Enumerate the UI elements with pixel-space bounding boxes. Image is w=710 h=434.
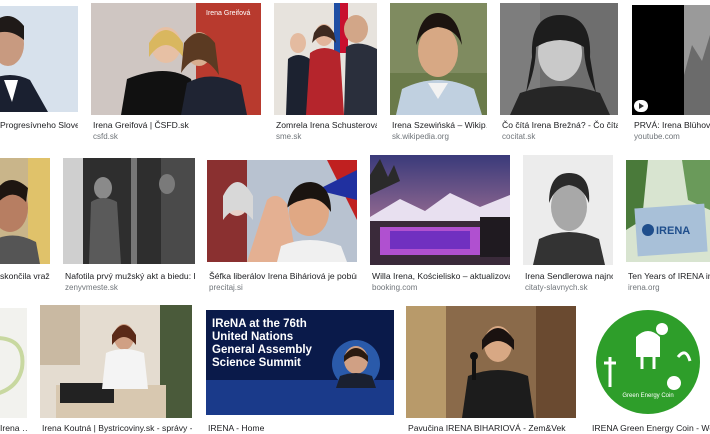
thumbnail[interactable]: IReNA at the 76th United Nations General…	[206, 310, 394, 415]
result-source: precitaj.si	[209, 283, 243, 292]
thumbnail[interactable]	[40, 305, 192, 418]
thumbnail[interactable]	[406, 306, 576, 418]
result-title[interactable]: IRENA Green Energy Coin - We …	[592, 423, 710, 434]
thumbnail[interactable]	[390, 3, 487, 115]
thumbnail[interactable]	[0, 6, 78, 112]
thumbnail[interactable]	[632, 5, 710, 115]
sign-text: Irena Greifová	[206, 10, 250, 17]
result-source: youtube.com	[634, 132, 680, 141]
result-title[interactable]: Willa Irena, Kościelisko – aktualizova…	[372, 271, 510, 282]
logo-text: IRENA	[656, 225, 690, 237]
result-source: zenyvmeste.sk	[65, 283, 118, 292]
result-title[interactable]: Zomrela Irena Schusterová…	[276, 120, 377, 131]
result-title[interactable]: Pavučina IRENA BIHARIOVÁ - Zem&Vek	[408, 423, 576, 434]
result-title[interactable]: IRENA - Home	[208, 423, 394, 434]
thumbnail[interactable]	[274, 3, 377, 115]
result-title[interactable]: Nafotila prvý mužský akt a biedu: P…	[65, 271, 195, 282]
thumbnail[interactable]	[63, 158, 195, 264]
result-title[interactable]: Ten Years of IRENA in G	[628, 271, 710, 282]
result-source: citaty-slavnych.sk	[525, 283, 588, 292]
result-title[interactable]: Šéfka liberálov Irena Biháriová je pobúr…	[209, 271, 357, 282]
result-title[interactable]: PRVÁ: Irena Blühová - …	[634, 120, 710, 131]
result-source: sk.wikipedia.org	[392, 132, 449, 141]
headline-text: IReNA at the 76th United Nations General…	[212, 318, 312, 369]
thumbnail[interactable]	[370, 155, 510, 265]
result-source: cocitat.sk	[502, 132, 536, 141]
result-title[interactable]: Irena Greifová | ČSFD.sk	[93, 120, 261, 131]
coin-label: Green Energy Coin	[622, 393, 673, 399]
result-title[interactable]: skončila vraž…	[0, 271, 50, 282]
thumbnail[interactable]	[0, 158, 50, 264]
thumbnail[interactable]	[523, 155, 613, 265]
thumbnail[interactable]	[0, 308, 27, 418]
thumbnail[interactable]: IRENA	[626, 160, 710, 262]
result-title[interactable]: Irena …	[0, 423, 27, 434]
result-title[interactable]: Irena Sendlerowa najno…	[525, 271, 613, 282]
result-title[interactable]: Irena Koutná | Bystricoviny.sk - správy …	[42, 423, 192, 434]
result-source: booking.com	[372, 283, 418, 292]
result-source: sme.sk	[276, 132, 302, 141]
result-title[interactable]: Irena Szewińská – Wikip…	[392, 120, 487, 131]
result-title[interactable]: Čo čítá Irena Brežná? - Čo čítat?	[502, 120, 618, 131]
thumbnail[interactable]: Green Energy Coin	[590, 307, 710, 418]
result-source: csfd.sk	[93, 132, 118, 141]
thumbnail[interactable]	[207, 160, 357, 262]
result-source: irena.org	[628, 283, 660, 292]
result-title[interactable]: Progresívneho Slove…	[0, 120, 78, 131]
thumbnail[interactable]: Irena Greifová	[91, 3, 261, 115]
thumbnail[interactable]	[500, 3, 618, 115]
play-icon	[634, 100, 648, 112]
